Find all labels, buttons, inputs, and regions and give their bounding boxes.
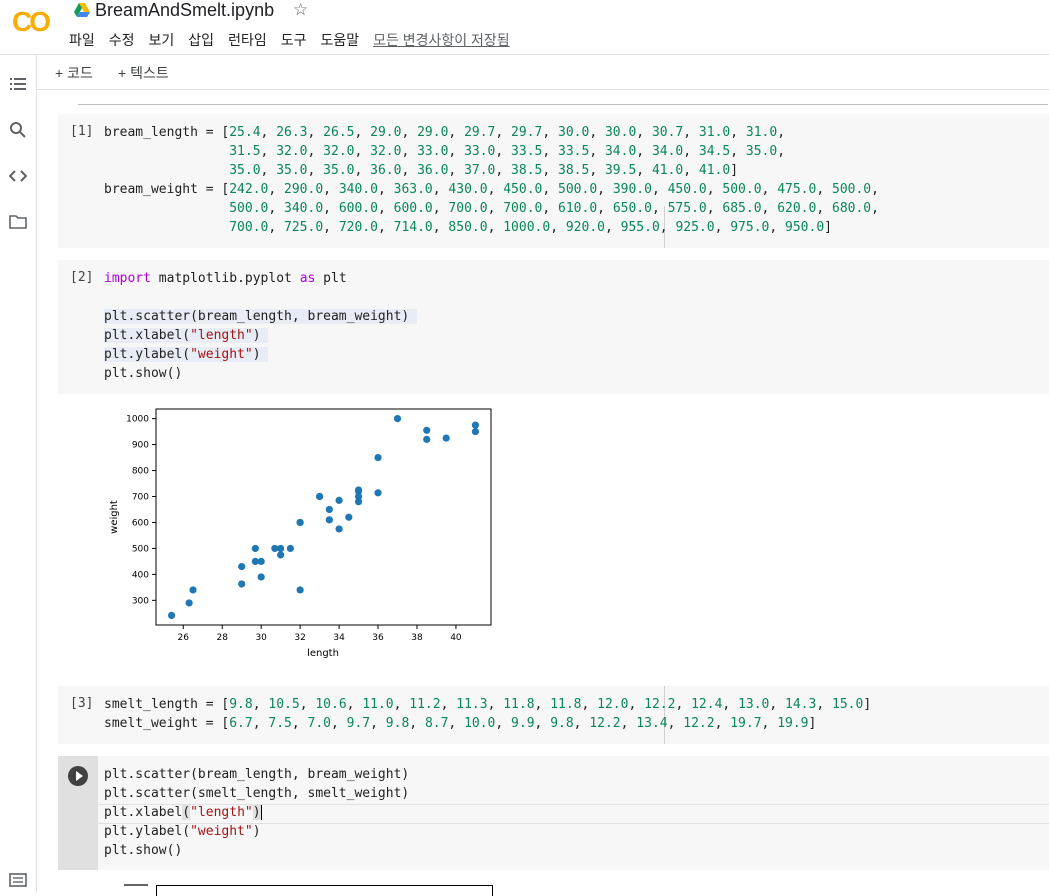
scatter-point xyxy=(251,544,259,553)
y-tick-label: 900 xyxy=(132,441,149,451)
notebook-toolbar: + 코드 + 텍스트 xyxy=(37,55,1049,90)
search-icon[interactable] xyxy=(9,121,27,139)
x-tick-label: 32 xyxy=(294,633,305,643)
scatter-point xyxy=(374,453,382,462)
code-snippets-icon[interactable] xyxy=(9,167,27,185)
menu-edit[interactable]: 수정 xyxy=(109,30,135,50)
scatter-point xyxy=(335,496,343,504)
scatter-point xyxy=(296,518,304,527)
partial-plot xyxy=(156,885,493,896)
code-cell-4-active[interactable]: plt.scatter(bream_length, bream_weight) … xyxy=(58,756,1049,870)
menu-runtime[interactable]: 런타임 xyxy=(228,30,267,50)
x-tick-label: 26 xyxy=(178,633,190,643)
code-cell-1[interactable]: [1] bream_length = [25.4, 26.3, 26.5, 29… xyxy=(58,114,1049,248)
menu-insert[interactable]: 삽입 xyxy=(188,30,214,50)
exec-count: [3] xyxy=(70,696,94,711)
menu-tools[interactable]: 도구 xyxy=(281,30,307,50)
exec-count: [2] xyxy=(70,270,94,285)
scatter-point xyxy=(296,586,304,594)
y-tick-label: 800 xyxy=(132,467,149,477)
menu-help[interactable]: 도움말 xyxy=(320,30,359,50)
y-tick-label: 300 xyxy=(132,596,149,606)
y-axis-label: weight xyxy=(109,500,120,534)
code-editor[interactable]: bream_length = [25.4, 26.3, 26.5, 29.0, … xyxy=(104,123,879,237)
menu-file[interactable]: 파일 xyxy=(69,30,95,50)
folder-icon[interactable] xyxy=(9,213,27,231)
x-tick-label: 38 xyxy=(411,633,423,643)
plot-axes xyxy=(155,408,492,626)
y-tick-label: 600 xyxy=(132,518,149,528)
scatter-point xyxy=(277,544,285,553)
y-tick-label: 500 xyxy=(132,544,149,554)
colab-logo[interactable]: CO xyxy=(12,6,51,38)
menu-view[interactable]: 보기 xyxy=(149,30,175,50)
run-cell-button[interactable] xyxy=(68,766,88,786)
x-tick-label: 30 xyxy=(255,633,267,643)
x-tick-label: 36 xyxy=(372,633,384,643)
code-cell-3[interactable]: [3] smelt_length = [9.8, 10.5, 10.6, 11.… xyxy=(58,686,1049,744)
x-axis-label: length xyxy=(307,648,339,659)
code-cell-2[interactable]: [2] import matplotlib.pyplot as plt plt.… xyxy=(58,260,1049,394)
scatter-point xyxy=(393,415,402,423)
x-tick-label: 28 xyxy=(216,633,228,643)
x-tick-label: 34 xyxy=(333,633,345,643)
scatter-point xyxy=(471,421,480,429)
scatter-point xyxy=(167,611,176,619)
add-text-button[interactable]: + 텍스트 xyxy=(118,63,169,83)
scatter-point xyxy=(471,427,480,436)
scatter-point xyxy=(185,599,193,607)
y-tick-label: 400 xyxy=(132,570,149,580)
header: CO BreamAndSmelt.ipynb ☆ 파일 수정 보기 삽입 런타임… xyxy=(0,0,1049,55)
scatter-point xyxy=(335,525,343,533)
drive-icon xyxy=(74,3,90,17)
scatter-point xyxy=(238,562,246,571)
exec-count: [1] xyxy=(70,124,94,139)
scatter-point xyxy=(354,487,363,495)
scatter-point xyxy=(442,434,450,442)
notebook-title[interactable]: BreamAndSmelt.ipynb xyxy=(95,0,274,21)
scatter-point xyxy=(325,505,333,514)
scatter-plot: 26 28 30 32 34 36 38 40 300 400 500 600 700 800 900 10… xyxy=(109,408,492,659)
scatter-point xyxy=(238,580,246,588)
scatter-point xyxy=(374,489,382,497)
scatter-point xyxy=(286,544,294,553)
scatter-point xyxy=(257,573,265,581)
output-area xyxy=(58,870,1049,896)
scatter-point xyxy=(277,551,285,559)
scatter-point xyxy=(316,492,324,501)
y-tick-label: 700 xyxy=(132,492,149,502)
saved-status[interactable]: 모든 변경사항이 저장됨 xyxy=(373,30,510,50)
left-sidebar xyxy=(0,55,37,893)
divider xyxy=(78,104,1048,105)
menu-bar: 파일 수정 보기 삽입 런타임 도구 도움말 모든 변경사항이 저장됨 xyxy=(69,30,524,50)
code-editor[interactable]: import matplotlib.pyplot as plt plt.scat… xyxy=(104,269,418,383)
scatter-point xyxy=(257,557,265,565)
code-editor[interactable]: smelt_length = [9.8, 10.5, 10.6, 11.0, 1… xyxy=(104,695,871,733)
scatter-point xyxy=(423,435,431,443)
code-editor[interactable]: plt.scatter(bream_length, bream_weight) … xyxy=(104,765,409,860)
terminal-icon[interactable] xyxy=(9,873,27,887)
x-tick-label: 40 xyxy=(450,633,462,643)
y-tick-label: 1000 xyxy=(126,415,149,425)
add-code-button[interactable]: + 코드 xyxy=(55,63,93,83)
scatter-point xyxy=(345,513,353,521)
star-icon[interactable]: ☆ xyxy=(293,0,308,20)
toc-icon[interactable] xyxy=(9,75,27,93)
scatter-point xyxy=(325,516,333,524)
scatter-point xyxy=(423,426,431,434)
scatter-point xyxy=(189,586,197,594)
